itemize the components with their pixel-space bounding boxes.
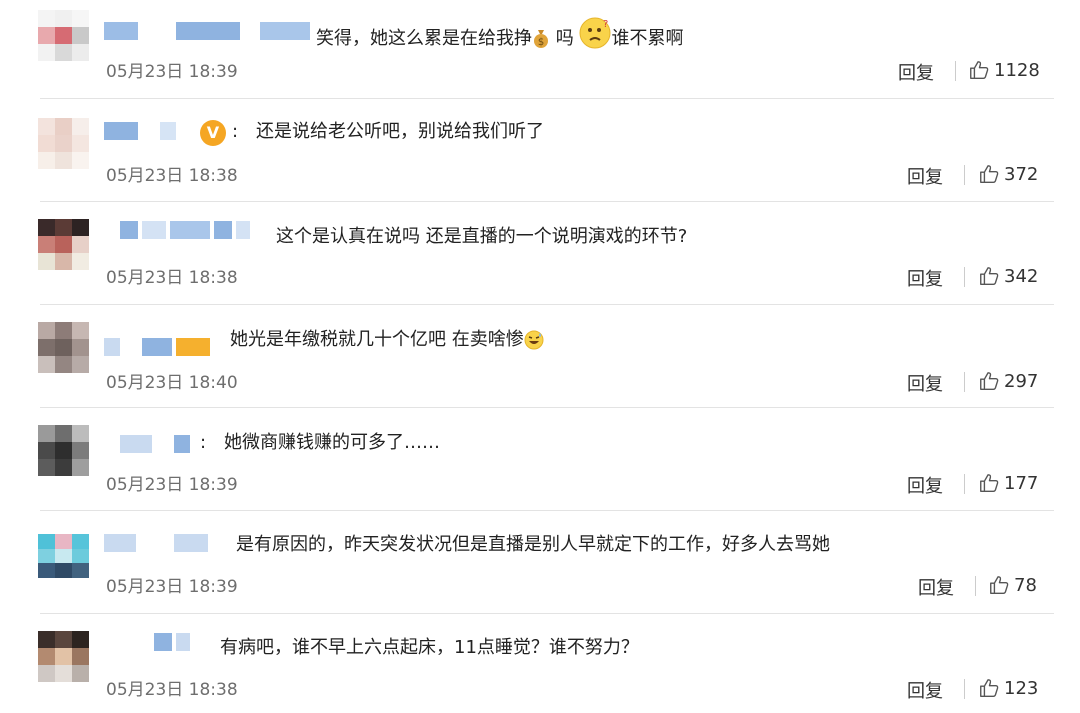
username-blurred[interactable] bbox=[104, 338, 210, 356]
comment-colon: : bbox=[232, 121, 239, 142]
like-button[interactable]: 177 bbox=[978, 472, 1038, 494]
thumbs-up-icon bbox=[980, 267, 999, 285]
money-bag-icon: $ bbox=[534, 30, 548, 48]
reply-button[interactable]: 回复 bbox=[907, 677, 943, 703]
comment-text: 有病吧，谁不早上六点起床，11点睡觉？谁不努力？ bbox=[220, 637, 639, 658]
verified-v-icon: V bbox=[200, 120, 226, 146]
divider bbox=[964, 267, 965, 287]
avatar[interactable] bbox=[38, 534, 89, 578]
divider bbox=[955, 61, 956, 81]
username-blurred[interactable] bbox=[104, 122, 176, 140]
like-count: 123 bbox=[1004, 677, 1039, 699]
thumbs-up-icon bbox=[980, 372, 999, 390]
svg-text:$: $ bbox=[538, 37, 544, 48]
avatar[interactable] bbox=[38, 425, 89, 476]
comment-colon: : bbox=[200, 432, 207, 453]
svg-text:?: ? bbox=[603, 19, 608, 30]
comment-time: 05月23日 18:40 bbox=[106, 373, 238, 393]
avatar[interactable] bbox=[38, 219, 89, 270]
thumbs-up-icon bbox=[980, 165, 999, 183]
comment-item: 这个是认真在说吗 还是直播的一个说明演戏的环节? 05月23日 18:38 回复… bbox=[0, 201, 1080, 304]
username-blurred[interactable] bbox=[120, 435, 190, 453]
like-button[interactable]: 297 bbox=[978, 370, 1038, 392]
comment-text-part: 谁不累啊 bbox=[611, 28, 684, 49]
like-count: 342 bbox=[1004, 265, 1039, 287]
username-blurred[interactable] bbox=[104, 22, 310, 40]
divider bbox=[964, 372, 965, 392]
divider bbox=[964, 679, 965, 699]
comment-text: 她微商赚钱赚的可多了…… bbox=[224, 432, 440, 453]
like-count: 78 bbox=[1014, 574, 1037, 596]
username-blurred[interactable] bbox=[120, 221, 250, 239]
divider bbox=[40, 304, 1054, 305]
comment-time: 05月23日 18:38 bbox=[106, 166, 238, 186]
divider bbox=[40, 201, 1054, 202]
comment-item: 她光是年缴税就几十个亿吧 在卖啥惨 05月23日 18:40 回复 297 bbox=[0, 304, 1080, 407]
avatar[interactable] bbox=[38, 10, 89, 61]
divider bbox=[964, 474, 965, 494]
like-button[interactable]: 1128 bbox=[968, 59, 1040, 81]
like-count: 177 bbox=[1004, 472, 1039, 494]
confused-face-icon: ? bbox=[579, 17, 611, 49]
like-count: 1128 bbox=[994, 59, 1040, 81]
reply-button[interactable]: 回复 bbox=[907, 265, 943, 291]
divider bbox=[40, 613, 1054, 614]
comment-time: 05月23日 18:39 bbox=[106, 62, 238, 82]
reply-button[interactable]: 回复 bbox=[918, 574, 954, 600]
comment-time: 05月23日 18:39 bbox=[106, 475, 238, 495]
comment-text: 她光是年缴税就几十个亿吧 在卖啥惨 bbox=[230, 328, 544, 352]
comment-text-part: 笑得，她这么累是在给我挣 bbox=[316, 28, 532, 49]
sweat-smile-icon bbox=[524, 330, 544, 350]
like-count: 372 bbox=[1004, 163, 1039, 185]
divider bbox=[40, 407, 1054, 408]
comment-item: : 她微商赚钱赚的可多了…… 05月23日 18:39 回复 177 bbox=[0, 407, 1080, 510]
like-button[interactable]: 342 bbox=[978, 265, 1038, 287]
reply-button[interactable]: 回复 bbox=[907, 370, 943, 396]
comment-item: 是有原因的，昨天突发状况但是直播是别人早就定下的工作，好多人去骂她 05月23日… bbox=[0, 510, 1080, 613]
divider bbox=[964, 165, 965, 185]
avatar[interactable] bbox=[38, 631, 89, 682]
thumbs-up-icon bbox=[970, 61, 989, 79]
divider bbox=[40, 510, 1054, 511]
thumbs-up-icon bbox=[990, 576, 1009, 594]
divider bbox=[975, 576, 976, 596]
comment-item: 有病吧，谁不早上六点起床，11点睡觉？谁不努力？ 05月23日 18:38 回复… bbox=[0, 613, 1080, 713]
avatar[interactable] bbox=[38, 118, 89, 169]
thumbs-up-icon bbox=[980, 679, 999, 697]
comment-text: 笑得，她这么累是在给我挣 $ 吗 ? 谁不累啊 bbox=[316, 17, 683, 51]
comment-text-part: 她光是年缴税就几十个亿吧 在卖啥惨 bbox=[230, 329, 524, 350]
reply-button[interactable]: 回复 bbox=[898, 59, 934, 85]
like-count: 297 bbox=[1004, 370, 1039, 392]
divider bbox=[40, 98, 1054, 99]
reply-button[interactable]: 回复 bbox=[907, 472, 943, 498]
like-button[interactable]: 78 bbox=[988, 574, 1037, 596]
comment-text: 这个是认真在说吗 还是直播的一个说明演戏的环节? bbox=[276, 226, 688, 247]
comment-time: 05月23日 18:38 bbox=[106, 680, 238, 700]
username-blurred[interactable] bbox=[154, 633, 190, 651]
comment-time: 05月23日 18:39 bbox=[106, 577, 238, 597]
like-button[interactable]: 372 bbox=[978, 163, 1038, 185]
comment-text: 还是说给老公听吧，别说给我们听了 bbox=[256, 121, 544, 142]
comment-text-part: 吗 bbox=[555, 28, 574, 49]
thumbs-up-icon bbox=[980, 474, 999, 492]
reply-button[interactable]: 回复 bbox=[907, 163, 943, 189]
like-button[interactable]: 123 bbox=[978, 677, 1038, 699]
comment-item: 笑得，她这么累是在给我挣 $ 吗 ? 谁不累啊 05月23日 18:39 回复 11… bbox=[0, 0, 1080, 103]
comment-time: 05月23日 18:38 bbox=[106, 268, 238, 288]
comment-item: V : 还是说给老公听吧，别说给我们听了 05月23日 18:38 回复 372 bbox=[0, 98, 1080, 201]
comment-text: 是有原因的，昨天突发状况但是直播是别人早就定下的工作，好多人去骂她 bbox=[236, 534, 830, 555]
avatar[interactable] bbox=[38, 322, 89, 373]
username-blurred[interactable] bbox=[104, 534, 208, 552]
